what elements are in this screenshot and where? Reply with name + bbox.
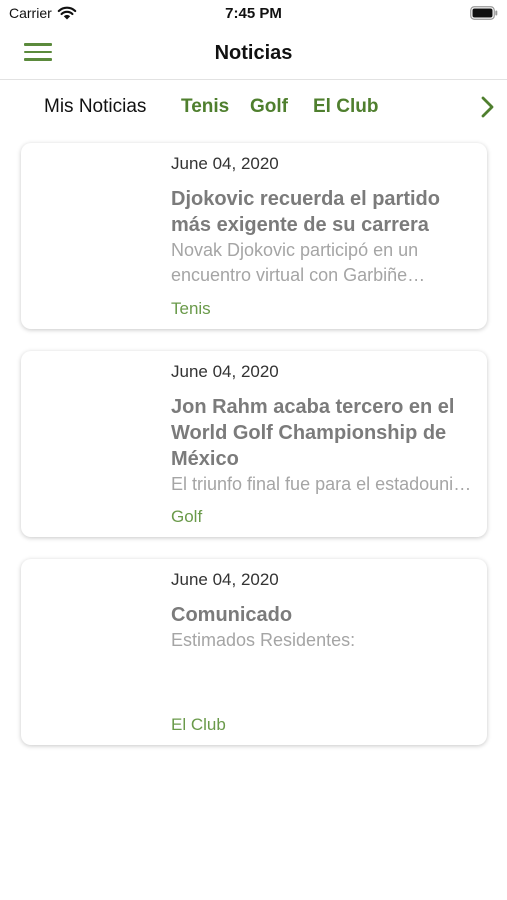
- news-card-body: June 04, 2020 Jon Rahm acaba tercero en …: [171, 362, 479, 497]
- tab-mis-noticias[interactable]: Mis Noticias: [44, 96, 146, 118]
- category-tabs: Mis Noticias Tenis Golf El Club: [0, 81, 507, 133]
- news-title: Comunicado: [171, 604, 293, 626]
- news-card[interactable]: June 04, 2020 Jon Rahm acaba tercero en …: [21, 351, 487, 537]
- news-title: Jon Rahm acaba tercero en el World Golf …: [171, 396, 455, 470]
- battery-icon: [470, 6, 498, 20]
- news-card-body: June 04, 2020 Djokovic recuerda el parti…: [171, 154, 479, 288]
- news-date: June 04, 2020: [171, 154, 279, 173]
- news-date: June 04, 2020: [171, 362, 279, 381]
- news-card[interactable]: June 04, 2020 Comunicado Estimados Resid…: [21, 559, 487, 745]
- news-summary: Estimados Residentes:: [171, 630, 356, 650]
- news-category: Tenis: [171, 299, 211, 318]
- news-date: June 04, 2020: [171, 570, 279, 589]
- news-summary: Novak Djokovic participó en un encuentro…: [171, 240, 419, 285]
- news-card-body: June 04, 2020 Comunicado Estimados Resid…: [171, 570, 479, 653]
- news-category: Golf: [171, 507, 203, 526]
- news-summary: El triunfo final fue para el estadounide…: [171, 474, 479, 494]
- status-time: 7:45 PM: [225, 5, 282, 22]
- tab-golf[interactable]: Golf: [250, 96, 288, 118]
- news-thumbnail: [21, 351, 161, 537]
- tab-tenis[interactable]: Tenis: [181, 96, 229, 118]
- news-category: El Club: [171, 715, 226, 734]
- news-thumbnail: [21, 559, 161, 745]
- news-thumbnail: [21, 143, 161, 329]
- status-bar: Carrier 7:45 PM: [0, 0, 507, 30]
- navigation-bar: Noticias: [0, 30, 507, 80]
- page-title: Noticias: [214, 42, 293, 64]
- news-title: Djokovic recuerda el partido más exigent…: [171, 188, 440, 236]
- news-card[interactable]: June 04, 2020 Djokovic recuerda el parti…: [21, 143, 487, 329]
- chevron-right-icon[interactable]: [480, 95, 496, 119]
- tab-el-club[interactable]: El Club: [313, 96, 378, 118]
